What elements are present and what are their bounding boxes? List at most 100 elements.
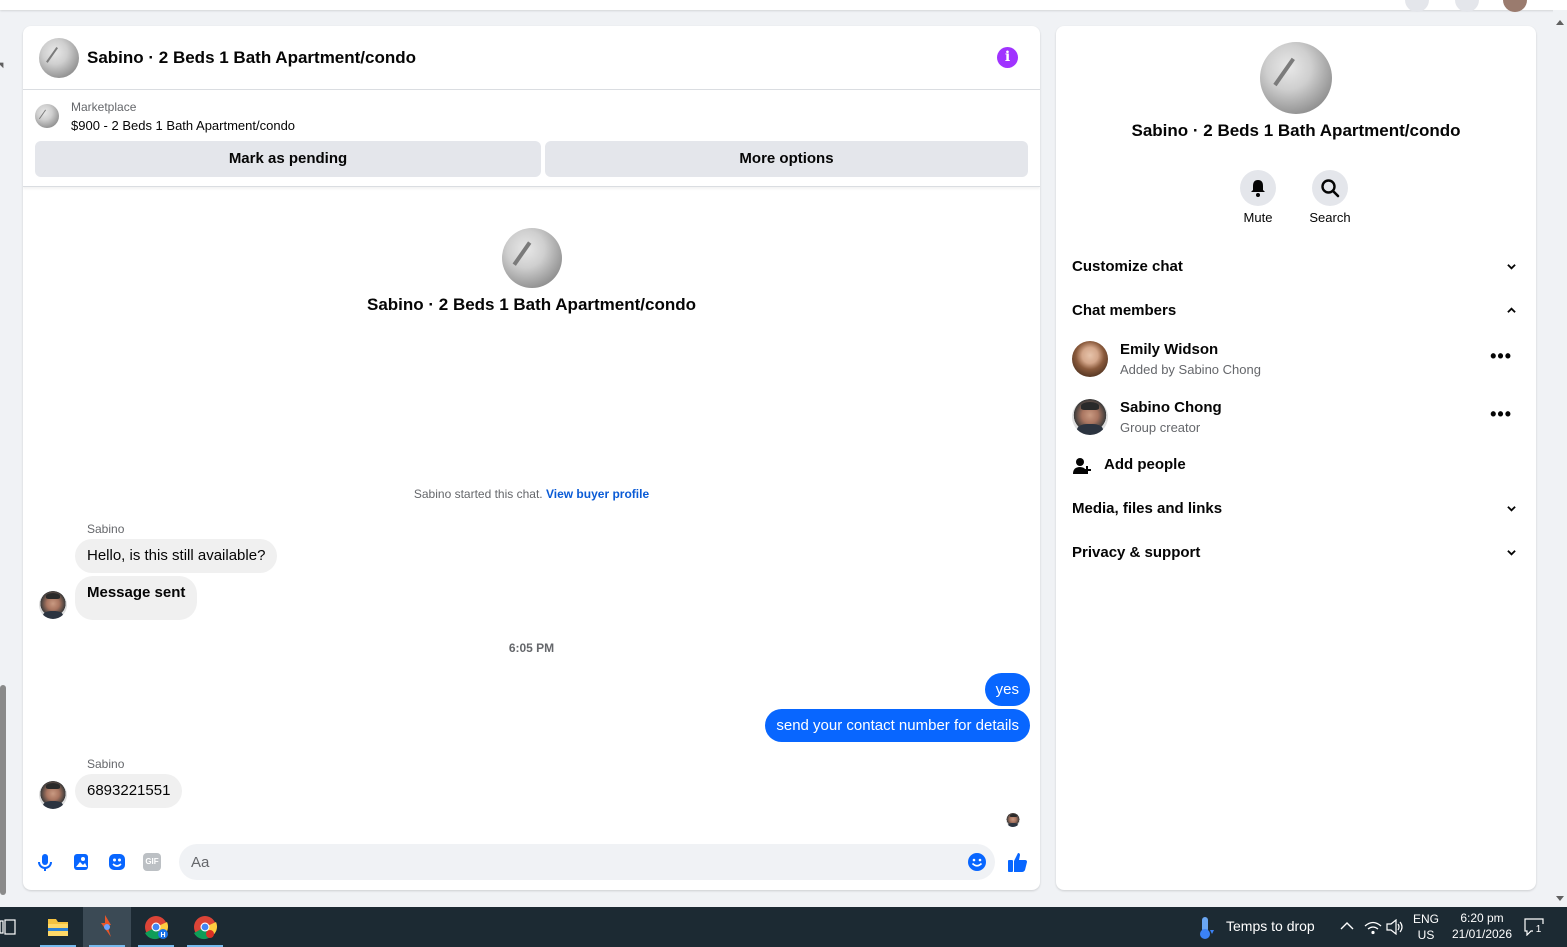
sender-avatar[interactable] [39,781,67,809]
microphone-icon[interactable] [35,852,55,872]
member-avatar[interactable] [1072,341,1108,377]
chevron-up-icon [1507,307,1516,313]
section-label: Customize chat [1072,258,1183,275]
top-icon[interactable] [1455,0,1479,12]
add-people-button[interactable]: Add people [1072,454,1520,478]
message-input[interactable] [179,844,995,880]
weather-text[interactable]: Temps to drop [1226,918,1315,934]
member-row[interactable]: Sabino Chong Group creator ••• [1072,397,1520,437]
privacy-support-section[interactable]: Privacy & support [1072,542,1520,566]
search-icon [1312,170,1348,206]
page-scrollbar[interactable] [1553,10,1567,907]
browser-top-bar [0,0,1567,12]
panel-avatar[interactable] [1260,42,1332,114]
intro-avatar [502,228,562,288]
member-role: Group creator [1120,420,1201,435]
add-person-icon [1073,458,1091,474]
chevron-down-icon [1507,550,1516,556]
task-view-icon[interactable] [0,919,16,935]
chevron-down-icon [1507,264,1516,270]
chrome-icon: H [145,916,169,940]
chevron-down-icon [1507,506,1516,512]
chat-panel: Sabino · 2 Beds 1 Bath Apartment/condo i… [23,26,1040,890]
language-indicator[interactable]: ENG US [1410,911,1442,943]
message-composer: GIF [23,838,1040,890]
chrome-icon [194,916,218,940]
notification-count: 1 [1533,924,1544,936]
left-scrollbar[interactable] [0,685,6,895]
started-text: Sabino started this chat. [413,487,543,501]
media-files-links-section[interactable]: Media, files and links [1072,498,1520,522]
incoming-message[interactable]: Hello, is this still available? [75,539,278,573]
app-button[interactable] [83,907,131,947]
incoming-message[interactable]: Message sent [75,576,198,620]
notifications-button[interactable]: 1 [1524,918,1544,937]
customize-chat-section[interactable]: Customize chat [1072,256,1520,280]
windows-taskbar: H Temps to drop ENG US 6:20 pm 21/01/202… [0,907,1567,947]
started-chat-notice: Sabino started this chat. View buyer pro… [23,487,1040,501]
sticker-icon[interactable] [107,852,127,872]
sender-name: Sabino [87,757,125,771]
scroll-down-icon[interactable] [1556,896,1564,901]
member-role: Added by Sabino Chong [1120,362,1261,377]
svg-text:H: H [160,932,165,939]
read-receipt-avatar [1006,813,1020,827]
search-button[interactable]: Search [1300,170,1360,225]
message-timestamp: 6:05 PM [508,641,555,655]
sender-name: Sabino [87,522,125,536]
like-icon[interactable] [1007,851,1029,873]
profile-avatar[interactable] [1503,0,1527,12]
add-people-label: Add people [1104,456,1186,473]
file-explorer-button[interactable] [34,907,82,947]
incoming-message[interactable]: 6893221551 [75,774,183,808]
marketplace-listing: Marketplace $900 - 2 Beds 1 Bath Apartme… [23,91,1040,187]
chrome-profile-h-button[interactable]: H [132,907,180,947]
panel-title: Sabino · 2 Beds 1 Bath Apartment/condo [1131,121,1461,140]
outgoing-message[interactable]: yes [984,673,1030,706]
keyboard-layout: US [1417,928,1435,942]
clock-date: 21/01/2026 [1451,927,1513,941]
listing-label: Marketplace [71,100,137,114]
outgoing-message[interactable]: send your contact number for details [765,709,1030,742]
more-options-button[interactable]: More options [545,141,1028,177]
scroll-up-icon[interactable] [1556,20,1564,25]
member-row[interactable]: Emily Widson Added by Sabino Chong ••• [1072,339,1520,379]
listing-title[interactable]: $900 - 2 Beds 1 Bath Apartment/condo [71,118,295,133]
language-code: ENG [1412,912,1439,926]
chevron-up-icon[interactable] [1340,921,1354,931]
mute-label: Mute [1243,210,1273,225]
chat-title[interactable]: Sabino · 2 Beds 1 Bath Apartment/condo [87,48,416,68]
clock-time: 6:20 pm [1460,911,1504,925]
more-options-icon[interactable]: ••• [1490,347,1512,365]
chat-info-panel: Sabino · 2 Beds 1 Bath Apartment/condo M… [1056,26,1536,890]
member-name: Sabino Chong [1120,399,1222,416]
top-icon[interactable] [1405,0,1429,12]
chat-members-section[interactable]: Chat members [1072,300,1520,324]
mute-button[interactable]: Mute [1228,170,1288,225]
more-options-icon[interactable]: ••• [1490,405,1512,423]
info-icon[interactable]: i [997,47,1018,68]
sender-avatar[interactable] [39,591,67,619]
mark-as-pending-button[interactable]: Mark as pending [35,141,541,177]
view-buyer-profile-link[interactable]: View buyer profile [546,487,649,501]
section-label: Media, files and links [1072,500,1223,517]
chrome-button[interactable] [181,907,229,947]
listing-thumbnail[interactable] [35,104,59,128]
folder-icon [48,919,68,936]
search-label: Search [1309,210,1351,225]
chat-avatar[interactable] [39,38,79,78]
photo-icon[interactable] [71,852,91,872]
bell-icon [1240,170,1276,206]
member-avatar[interactable] [1072,399,1108,435]
emoji-icon[interactable] [967,852,987,872]
speaker-icon[interactable] [1386,919,1404,935]
wifi-icon[interactable] [1364,919,1382,935]
clock[interactable]: 6:20 pm 21/01/2026 [1446,910,1518,942]
chat-header: Sabino · 2 Beds 1 Bath Apartment/condo i [23,26,1040,90]
app-icon [101,915,111,937]
member-name: Emily Widson [1120,341,1219,358]
section-label: Chat members [1072,302,1177,319]
collapse-arrow-icon [0,59,7,69]
thermometer-icon[interactable] [1196,916,1214,940]
gif-icon[interactable]: GIF [143,853,161,871]
